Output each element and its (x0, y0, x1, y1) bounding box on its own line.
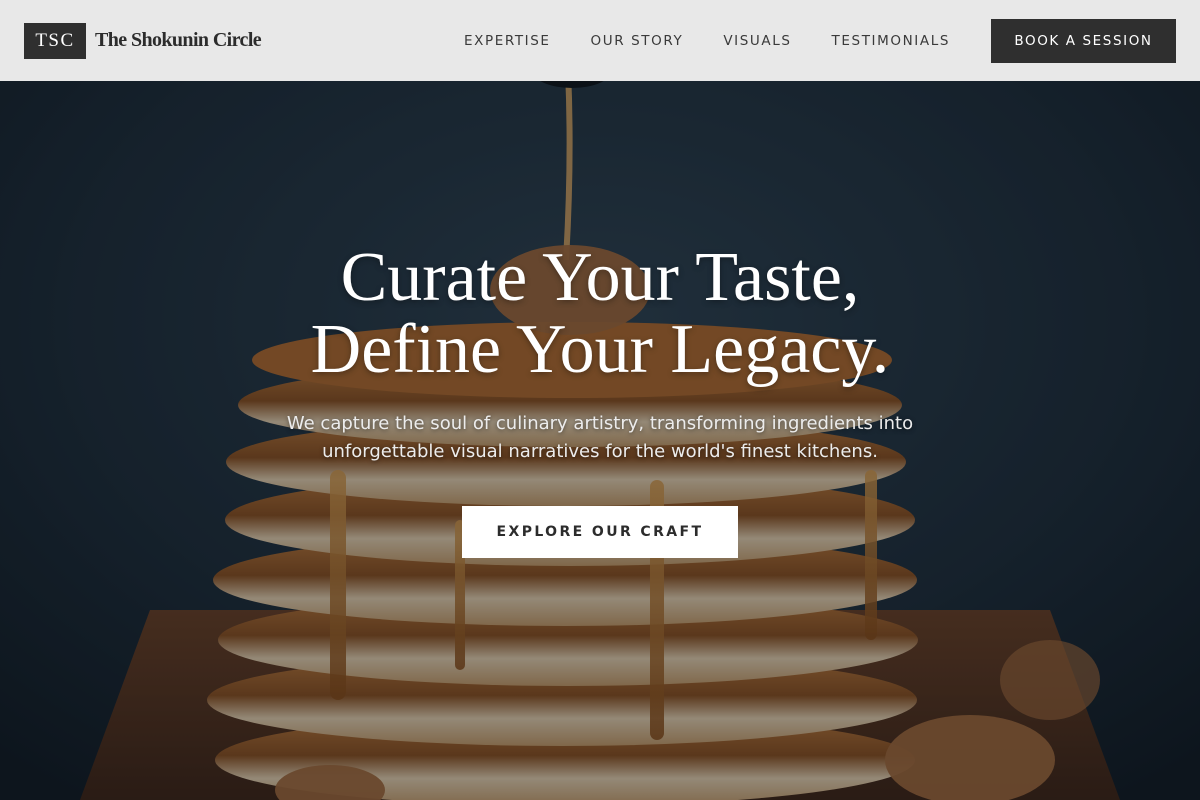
hero-headline-line-1: Curate Your Taste, (340, 239, 860, 316)
site-header: TSC The Shokunin Circle EXPERTISE OUR ST… (0, 0, 1200, 81)
nav-link-expertise[interactable]: EXPERTISE (464, 33, 551, 49)
explore-craft-button[interactable]: EXPLORE OUR CRAFT (462, 506, 738, 558)
hero-subtext-line-1: We capture the soul of culinary artistry… (286, 413, 914, 434)
nav-link-visuals[interactable]: VISUALS (723, 33, 791, 49)
brand-name: The Shokunin Circle (95, 29, 262, 51)
hero-subtext-line-2: unforgettable visual narratives for the … (322, 441, 878, 462)
brand-logo-link[interactable]: TSC The Shokunin Circle (24, 22, 262, 59)
hero-headline-line-2: Define Your Legacy. (310, 311, 890, 388)
hero-section: Curate Your Taste, Define Your Legacy. W… (0, 81, 1200, 800)
book-session-button[interactable]: BOOK A SESSION (991, 18, 1176, 63)
nav-link-our-story[interactable]: OUR STORY (591, 33, 684, 49)
main-nav: EXPERTISE OUR STORY VISUALS TESTIMONIALS (464, 33, 950, 49)
nav-link-testimonials[interactable]: TESTIMONIALS (832, 33, 950, 49)
brand-monogram: TSC (24, 22, 86, 59)
